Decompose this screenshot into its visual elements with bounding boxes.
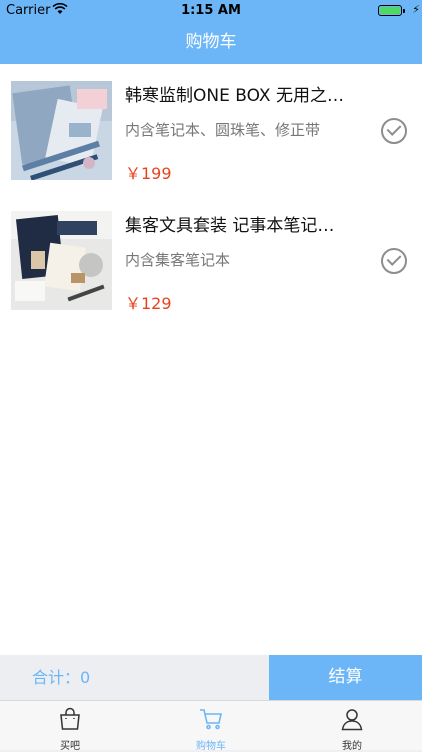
user-icon <box>340 707 364 731</box>
item-price: ￥199 <box>125 164 172 183</box>
page-title: 购物车 <box>185 32 237 52</box>
tab-cart[interactable]: 购物车 <box>141 701 281 752</box>
product-image <box>11 211 112 310</box>
tab-bar: 买吧 购物车 我的 <box>0 700 422 752</box>
checkout-button[interactable]: 结算 <box>269 655 422 700</box>
total-amount: 合计：0 <box>0 655 269 700</box>
tab-profile[interactable]: 我的 <box>282 701 422 752</box>
cart-item[interactable]: 韩寒监制ONE BOX 无用之… 内含笔记本、圆珠笔、修正带 ￥199 <box>0 64 422 194</box>
item-description: 内含笔记本、圆珠笔、修正带 <box>125 121 321 139</box>
nav-bar: 购物车 <box>0 20 422 64</box>
checkout-bar: 合计：0 结算 <box>0 655 422 700</box>
status-time: 1:15 AM <box>181 3 241 18</box>
charging-icon: ⚡ <box>412 3 420 16</box>
cart-list: 韩寒监制ONE BOX 无用之… 内含笔记本、圆珠笔、修正带 ￥199 集客文具… <box>0 64 422 655</box>
battery-icon <box>378 5 405 16</box>
cart-icon <box>199 707 223 731</box>
product-image <box>11 81 112 180</box>
checkmark-circle-icon[interactable] <box>381 248 407 274</box>
cart-item[interactable]: 集客文具套装 记事本笔记… 内含集客笔记本 ￥129 <box>0 194 422 324</box>
item-title: 集客文具套装 记事本笔记… <box>125 216 335 236</box>
item-title: 韩寒监制ONE BOX 无用之… <box>125 86 344 106</box>
shopping-bag-icon <box>58 707 82 731</box>
status-bar: Carrier 1:15 AM ⚡ <box>0 0 422 20</box>
item-price: ￥129 <box>125 294 172 313</box>
checkmark-circle-icon[interactable] <box>381 118 407 144</box>
item-description: 内含集客笔记本 <box>125 251 231 269</box>
tab-shop[interactable]: 买吧 <box>0 701 140 752</box>
